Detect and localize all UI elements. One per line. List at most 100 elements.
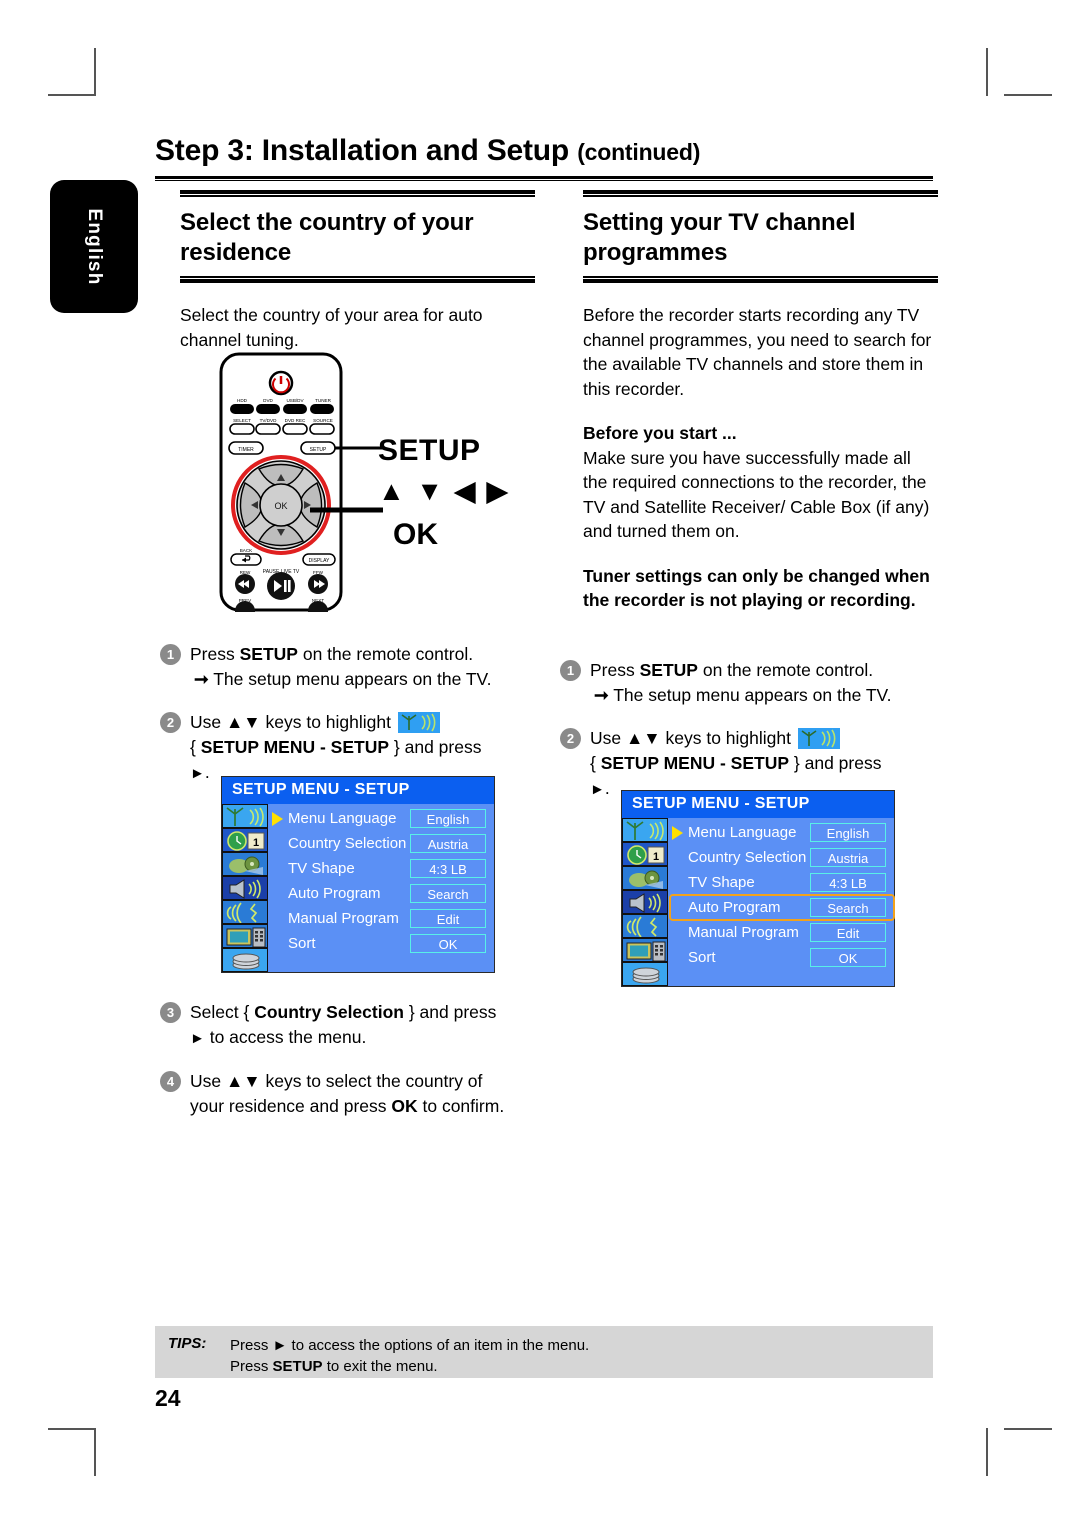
svg-text:BACK: BACK — [240, 548, 253, 553]
svg-text:1: 1 — [253, 837, 259, 849]
right-osd-icon-column: 1 — [622, 818, 670, 986]
speaker-icon[interactable] — [222, 876, 268, 900]
disc-icon[interactable] — [222, 948, 268, 972]
osd-row-auto-program[interactable]: Auto Program Search — [669, 894, 895, 921]
tips-footer: TIPS: Press ► to access the options of a… — [155, 1326, 933, 1378]
left-section-rule-bottom — [180, 276, 535, 283]
osd-row-value[interactable]: Search — [810, 898, 886, 917]
page-number: 24 — [155, 1385, 181, 1411]
signal-icon[interactable] — [622, 914, 668, 938]
svg-text:DVD: DVD — [263, 398, 273, 403]
osd-row-auto-program[interactable]: Auto Program Search — [270, 881, 494, 906]
antenna-icon[interactable] — [622, 818, 668, 842]
crop-mark-tr-v — [986, 48, 988, 96]
remote-callout-arrows: ▲ ▼ ◀ ▶ — [378, 476, 510, 506]
left-osd-title: SETUP MENU - SETUP — [222, 777, 494, 804]
crop-mark-tr-h — [1004, 94, 1052, 96]
left-osd-rows: Menu Language English Country Selection … — [270, 804, 494, 972]
osd-row-value[interactable]: English — [810, 823, 886, 842]
clock-calendar-icon[interactable]: 1 — [222, 828, 268, 852]
osd-row-country-selection[interactable]: Country Selection Austria — [670, 845, 894, 870]
antenna-setup-icon — [397, 712, 440, 733]
disc-icon[interactable] — [622, 962, 668, 986]
left-step-3: 3 Select { Country Selection } and press… — [160, 1000, 550, 1051]
svg-text:SELECT: SELECT — [233, 418, 251, 423]
osd-row-label: TV Shape — [688, 874, 755, 891]
right-osd-title: SETUP MENU - SETUP — [622, 791, 894, 818]
osd-row-label: Sort — [688, 949, 716, 966]
playback-icon[interactable] — [222, 852, 268, 876]
left-step-2-number: 2 — [160, 712, 181, 733]
page-title-suffix: (continued) — [577, 139, 701, 165]
tips-line-1: Press ► to access the options of an item… — [230, 1337, 590, 1354]
osd-row-value[interactable]: Austria — [810, 848, 886, 867]
osd-row-value[interactable]: OK — [810, 948, 886, 967]
left-step-1-sub-text: The setup menu appears on the TV. — [213, 669, 492, 689]
right-section-rule-top — [583, 190, 938, 197]
speaker-icon[interactable] — [622, 890, 668, 914]
playback-icon[interactable] — [622, 866, 668, 890]
osd-row-manual-program[interactable]: Manual Program Edit — [270, 906, 494, 931]
osd-row-sort[interactable]: Sort OK — [270, 931, 494, 956]
tv-remote-icon[interactable] — [622, 938, 668, 962]
right-column: Setting your TV channel programmes Befor… — [583, 190, 938, 613]
right-step-1-sub-text: The setup menu appears on the TV. — [613, 685, 892, 705]
crop-mark-bl-v — [94, 1428, 96, 1476]
right-section-rule-bottom — [583, 276, 938, 283]
osd-row-label: Manual Program — [688, 924, 799, 941]
signal-icon[interactable] — [222, 900, 268, 924]
left-steps-group-a: 1 Press SETUP on the remote control. ➞ T… — [160, 624, 550, 786]
svg-text:TUNER: TUNER — [315, 398, 332, 403]
crop-mark-tl-v — [94, 48, 96, 96]
osd-row-value[interactable]: OK — [410, 934, 486, 953]
left-osd-body: 1 Menu Language English Country Selectio… — [222, 804, 494, 972]
osd-row-value[interactable]: Search — [410, 884, 486, 903]
osd-row-value[interactable]: 4:3 LB — [410, 859, 486, 878]
tv-remote-icon[interactable] — [222, 924, 268, 948]
right-osd-menu[interactable]: SETUP MENU - SETUP 1 Menu Language Engli… — [621, 790, 895, 987]
remote-control-illustration: HDD DVD USB/DV TUNER SELECT TV/DVD DVD REC S… — [215, 350, 545, 621]
osd-row-tv-shape[interactable]: TV Shape 4:3 LB — [670, 870, 894, 895]
left-step-2: 2 Use ▲▼ keys to highlight { SETUP MENU … — [160, 710, 550, 786]
osd-row-country-selection[interactable]: Country Selection Austria — [270, 831, 494, 856]
left-osd-menu[interactable]: SETUP MENU - SETUP 1 Menu Language Engli… — [221, 776, 495, 973]
crop-mark-bl-h — [48, 1428, 96, 1430]
osd-row-label: Country Selection — [288, 835, 407, 852]
osd-row-label: Sort — [288, 935, 316, 952]
right-step-2-number: 2 — [560, 728, 581, 749]
osd-row-manual-program[interactable]: Manual Program Edit — [670, 920, 894, 945]
svg-text:USB/DV: USB/DV — [286, 398, 304, 403]
clock-calendar-icon[interactable]: 1 — [622, 842, 668, 866]
crop-mark-br-v — [986, 1428, 988, 1476]
language-tab-label: English — [84, 207, 105, 286]
left-section-heading: Select the country of your residence — [180, 209, 474, 266]
left-step-4-number: 4 — [160, 1071, 181, 1092]
tips-label: TIPS: — [168, 1335, 207, 1352]
osd-row-value[interactable]: 4:3 LB — [810, 873, 886, 892]
osd-row-value[interactable]: Edit — [410, 909, 486, 928]
osd-row-value[interactable]: Austria — [410, 834, 486, 853]
left-step-3-number: 3 — [160, 1002, 181, 1023]
osd-row-menu-language[interactable]: Menu Language English — [270, 806, 494, 831]
svg-text:TV/DVD: TV/DVD — [260, 418, 278, 423]
svg-text:DVD REC: DVD REC — [285, 418, 306, 423]
left-step-1-sub: ➞ The setup menu appears on the TV. — [194, 669, 492, 689]
osd-row-value[interactable]: Edit — [810, 923, 886, 942]
remote-callout-setup: SETUP — [378, 434, 481, 467]
antenna-setup-icon — [797, 728, 840, 749]
title-divider — [155, 176, 933, 181]
osd-row-label: Auto Program — [288, 885, 381, 902]
osd-row-value[interactable]: English — [410, 809, 486, 828]
osd-row-tv-shape[interactable]: TV Shape 4:3 LB — [270, 856, 494, 881]
osd-row-sort[interactable]: Sort OK — [670, 945, 894, 970]
osd-row-menu-language[interactable]: Menu Language English — [670, 820, 894, 845]
svg-text:SOURCE: SOURCE — [313, 418, 333, 423]
osd-row-label: Manual Program — [288, 910, 399, 927]
right-steps-group: 1 Press SETUP on the remote control. ➞ T… — [560, 640, 950, 802]
svg-text:SETUP: SETUP — [310, 447, 327, 453]
right-osd-rows: Menu Language English Country Selection … — [669, 818, 895, 986]
right-osd-body: 1 Menu Language English Country Selectio… — [622, 818, 895, 986]
left-osd-icon-column: 1 — [222, 804, 270, 972]
left-intro-text: Select the country of your area for auto… — [180, 305, 483, 350]
antenna-icon[interactable] — [222, 804, 268, 828]
